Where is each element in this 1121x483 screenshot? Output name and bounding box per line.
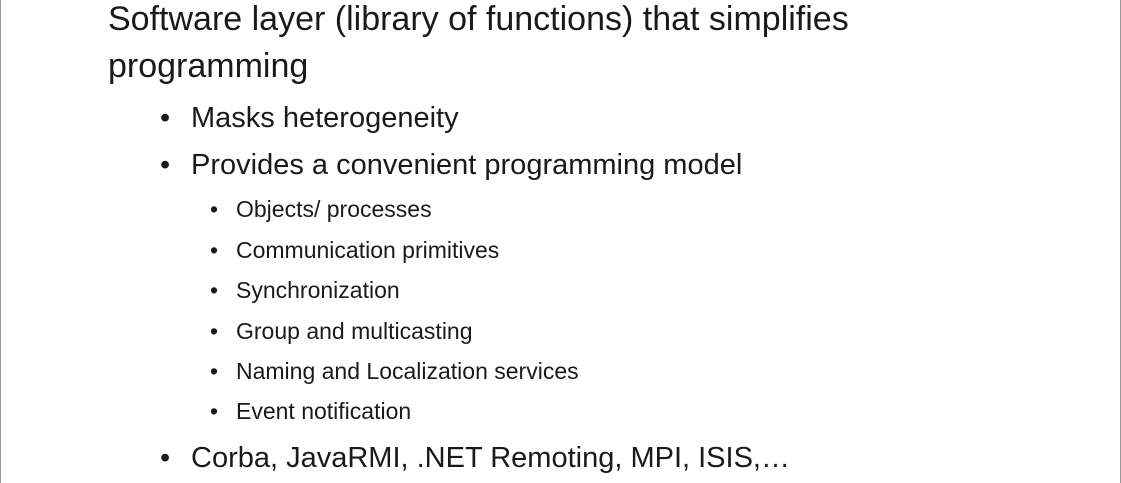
bullet-dot-icon: • [210,398,219,424]
bullet-text: Provides a convenient programming model [191,149,743,181]
sub-bullet-item: • Communication primitives [210,235,499,265]
bullet-dot-icon: • [210,358,219,384]
slide-heading: Software layer (library of functions) th… [108,0,849,85]
sub-bullet-item: • Objects/ processes [210,194,432,224]
sub-bullet-text: Naming and Localization services [236,358,579,384]
bullet-text: Corba, JavaRMI, .NET Remoting, MPI, ISIS… [191,442,790,474]
bullet-item: • Masks heterogeneity [160,100,459,136]
bullet-dot-icon: • [160,149,171,181]
sub-bullet-item: • Synchronization [210,275,400,305]
sub-bullet-text: Communication primitives [236,237,500,263]
bullet-dot-icon: • [210,237,219,263]
left-border-line [0,0,1,483]
bullet-dot-icon: • [210,318,219,344]
sub-bullet-item: • Naming and Localization services [210,356,579,386]
bullet-item: • Corba, JavaRMI, .NET Remoting, MPI, IS… [160,440,790,476]
slide: Software layer (library of functions) th… [0,0,1121,483]
sub-bullet-text: Group and multicasting [236,318,473,344]
bullet-dot-icon: • [160,442,171,474]
bullet-dot-icon: • [160,102,171,134]
sub-bullet-text: Event notification [236,398,412,424]
sub-bullet-item: • Group and multicasting [210,316,473,346]
bullet-dot-icon: • [210,277,219,303]
bullet-text: Masks heterogeneity [191,102,459,134]
sub-bullet-text: Synchronization [236,277,400,303]
bullet-item: • Provides a convenient programming mode… [160,147,742,183]
bullet-dot-icon: • [210,196,219,222]
sub-bullet-text: Objects/ processes [236,196,432,222]
sub-bullet-item: • Event notification [210,396,411,426]
